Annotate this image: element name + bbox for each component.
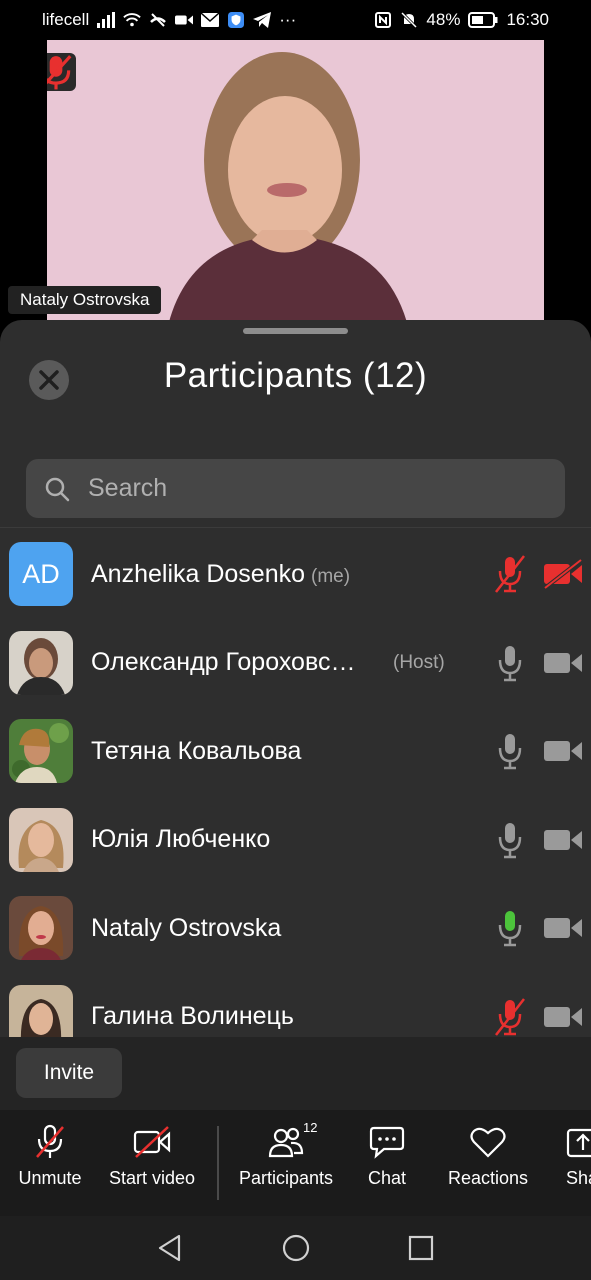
participant-name: Nataly Ostrovska [91,913,282,942]
participant-row[interactable]: Тетяна Ковальова [0,707,591,796]
avatar: AD [9,542,73,607]
participant-list: AD Anzhelika Dosenko (me) Олександр Горох… [0,530,591,1037]
mic-speaking-icon[interactable] [494,908,526,948]
sheet-title: Participants (12) [163,356,428,395]
speaker-muted-badge [47,53,76,91]
heart-icon [469,1124,507,1160]
meeting-toolbar: Unmute Start video 12 Participants Chat … [0,1110,591,1216]
vpn-shield-icon [227,12,245,28]
mic-muted-icon [31,1124,69,1160]
invite-area: Invite [0,1037,591,1110]
status-left: lifecell ··· [42,10,374,30]
chat-icon [368,1124,406,1160]
mic-off-icon[interactable] [494,643,526,683]
system-nav-bar [0,1216,591,1280]
signal-icon [97,12,116,28]
home-icon[interactable] [281,1233,311,1263]
share-label: Sha [566,1168,591,1188]
mic-muted-icon [47,55,72,90]
status-bar: lifecell ··· 48% 16:30 [0,0,591,40]
participant-row[interactable]: Nataly Ostrovska [0,884,591,973]
chat-label: Chat [367,1168,407,1188]
avatar [9,807,73,872]
participants-label: Participants [238,1168,334,1188]
video-area: Nataly Ostrovska [0,40,591,330]
search-bar[interactable] [26,459,565,518]
search-input[interactable] [88,474,528,503]
battery-percent: 48% [426,10,461,29]
mail-icon [201,12,220,28]
avatar [9,896,73,961]
video-call-icon [175,12,194,28]
participant-name-text: Anzhelika Dosenko [91,559,306,588]
mic-off-icon[interactable] [494,820,526,860]
avatar [9,984,73,1037]
camera-on-icon[interactable] [543,825,583,855]
participant-name: Юлія Любченко [91,825,271,854]
participant-row[interactable]: AD Anzhelika Dosenko (me) [0,530,591,619]
silent-bell-icon [400,12,418,28]
camera-on-icon[interactable] [543,736,583,766]
divider [0,527,591,528]
avatar [9,630,73,695]
invite-button[interactable]: Invite [16,1048,122,1098]
participants-icon [267,1124,305,1160]
telegram-icon [253,12,272,28]
participant-tag: (me) [311,565,351,587]
unmute-label: Unmute [18,1168,82,1188]
participant-tag: (Host) [393,651,445,673]
participant-row[interactable]: Олександр Гороховс… (Host) [0,619,591,708]
mic-muted-icon[interactable] [494,554,526,594]
camera-on-icon[interactable] [543,1002,583,1032]
back-icon[interactable] [155,1233,185,1263]
share-button[interactable]: Sha [526,1124,591,1189]
start-video-button[interactable]: Start video [97,1124,207,1189]
start-video-label: Start video [108,1168,196,1188]
nfc-icon [374,12,392,28]
carrier-name: lifecell [42,10,90,29]
battery-icon [468,12,498,28]
no-call-icon [149,12,167,28]
participants-count-badge: 12 [303,1120,318,1135]
camera-off-icon[interactable] [543,559,583,590]
speaker-name-tag: Nataly Ostrovska [8,286,162,314]
participant-name: Олександр Гороховс… [91,648,356,677]
share-screen-icon [566,1124,591,1160]
unmute-button[interactable]: Unmute [0,1124,105,1189]
camera-off-icon [133,1124,171,1160]
more-notifications-icon: ··· [279,10,297,29]
participant-name: Anzhelika Dosenko (me) [91,560,350,589]
status-right: 48% 16:30 [374,10,549,30]
participants-button[interactable]: 12 Participants [231,1120,341,1189]
toolbar-separator [217,1126,219,1200]
participant-row[interactable]: Галина Волинець [0,973,591,1037]
camera-on-icon[interactable] [543,913,583,943]
drag-handle[interactable] [243,328,348,334]
camera-on-icon[interactable] [543,648,583,678]
mic-muted-icon[interactable] [494,997,526,1037]
reactions-label: Reactions [447,1168,529,1188]
participant-name: Галина Волинець [91,1002,294,1031]
participant-row[interactable]: Юлія Любченко [0,796,591,885]
participants-sheet: Participants (12) AD Anzhelika Dosenko(m… [0,320,591,1110]
participant-name: Тетяна Ковальова [91,736,302,765]
avatar [9,719,73,784]
wifi-icon [123,12,141,28]
search-icon [45,477,70,501]
recents-icon[interactable] [406,1233,436,1263]
chat-button[interactable]: Chat [332,1124,442,1189]
mic-off-icon[interactable] [494,731,526,771]
clock: 16:30 [506,10,549,29]
